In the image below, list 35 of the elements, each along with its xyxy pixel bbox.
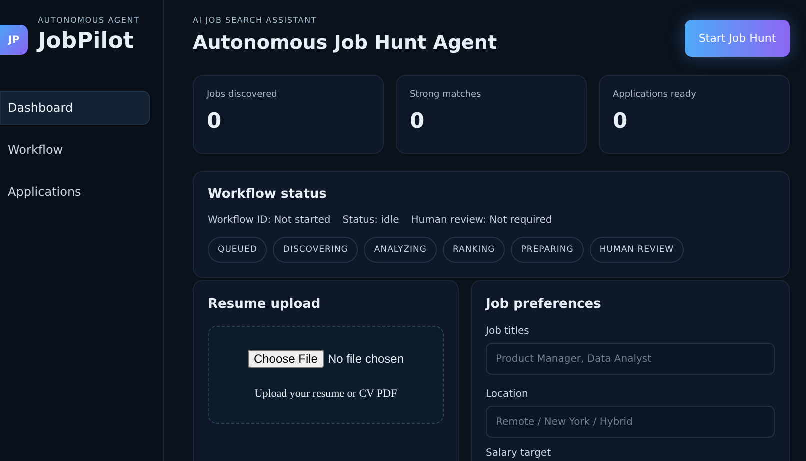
choose-file-button[interactable]: Choose File: [248, 350, 324, 368]
upload-dropzone[interactable]: Choose File No file chosen Upload your resume or CV PDF: [208, 326, 444, 424]
stage-pill: ANALYZING: [364, 237, 437, 263]
page-eyebrow: AI JOB SEARCH ASSISTANT: [193, 16, 318, 25]
field-label: Salary target: [486, 448, 552, 459]
stage-pill: RANKING: [442, 237, 506, 263]
card-title: Job preferences: [486, 297, 602, 312]
nav-item[interactable]: Applications: [0, 175, 150, 209]
workflow-meta: Human review: Not required: [411, 215, 552, 226]
card-title: Workflow status: [208, 187, 328, 202]
file-status: No file chosen: [328, 352, 404, 366]
field-label: Job titles: [486, 326, 530, 337]
brand-tagline: AUTONOMOUS AGENT: [38, 16, 140, 25]
stage-pill: QUEUED: [208, 237, 268, 263]
stat-value: 0: [613, 109, 629, 133]
workflow-meta: Status: idle: [342, 215, 400, 226]
field-label: Location: [486, 389, 530, 400]
stat-label: Strong matches: [410, 90, 482, 100]
nav-item[interactable]: Dashboard: [0, 91, 150, 125]
stat-label: Applications ready: [613, 90, 698, 100]
card-title: Resume upload: [208, 297, 322, 312]
nav-item[interactable]: Workflow: [0, 133, 150, 167]
stage-pill: DISCOVERING: [273, 237, 358, 263]
logo-badge: JP: [0, 25, 28, 55]
text-input[interactable]: Product Manager, Data Analyst: [486, 343, 775, 375]
text-input[interactable]: Remote / New York / Hybrid: [486, 406, 775, 438]
workflow-meta: Workflow ID: Not started: [208, 215, 331, 226]
brand-name: JobPilot: [38, 29, 135, 54]
stage-pill: PREPARING: [511, 237, 584, 263]
stat-value: 0: [410, 109, 426, 133]
stat-label: Jobs discovered: [207, 90, 278, 100]
stat-value: 0: [207, 109, 223, 133]
stage-pill: HUMAN REVIEW: [590, 237, 684, 263]
upload-hint: Upload your resume or CV PDF: [254, 388, 398, 400]
page-title: Autonomous Job Hunt Agent: [193, 32, 498, 54]
